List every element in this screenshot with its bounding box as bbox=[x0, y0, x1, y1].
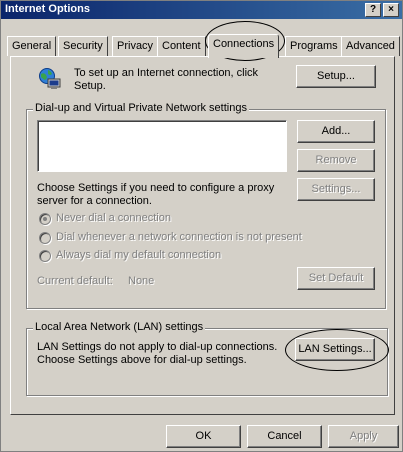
tab-privacy[interactable]: Privacy bbox=[112, 36, 159, 56]
tab-strip: General Security Privacy Content Connect… bbox=[7, 25, 400, 59]
never-dial-option[interactable]: Never dial a connection bbox=[39, 212, 289, 226]
lan-settings-button[interactable]: LAN Settings... bbox=[295, 338, 375, 361]
dialup-group-label: Dial-up and Virtual Private Network sett… bbox=[33, 102, 249, 114]
connections-list[interactable] bbox=[37, 120, 287, 172]
internet-options-dialog: Internet Options ? × General Security Pr… bbox=[0, 0, 403, 452]
current-default-value: None bbox=[128, 275, 155, 287]
never-dial-label: Never dial a connection bbox=[56, 212, 171, 224]
globe-computer-icon bbox=[39, 68, 61, 89]
current-default-label: Current default: bbox=[37, 275, 113, 287]
help-button[interactable]: ? bbox=[365, 3, 381, 17]
never-dial-radio[interactable] bbox=[39, 213, 51, 225]
tab-general[interactable]: General bbox=[7, 36, 57, 56]
tab-content[interactable]: Content bbox=[157, 36, 206, 56]
tab-advanced[interactable]: Advanced bbox=[341, 36, 400, 56]
set-default-button[interactable]: Set Default bbox=[297, 267, 375, 290]
window-title: Internet Options bbox=[5, 3, 90, 15]
cancel-button[interactable]: Cancel bbox=[247, 425, 322, 448]
tab-connections[interactable]: Connections bbox=[208, 34, 280, 58]
always-dial-option[interactable]: Always dial my default connection bbox=[39, 249, 289, 263]
title-bar: Internet Options ? × bbox=[1, 1, 402, 19]
ok-button[interactable]: OK bbox=[166, 425, 241, 448]
configure-proxy-text: Choose Settings if you need to configure… bbox=[37, 182, 275, 207]
close-button[interactable]: × bbox=[383, 3, 399, 17]
tab-programs[interactable]: Programs bbox=[285, 36, 343, 56]
tab-security[interactable]: Security bbox=[58, 36, 108, 56]
setup-button[interactable]: Setup... bbox=[296, 65, 376, 88]
settings-button[interactable]: Settings... bbox=[297, 178, 375, 201]
remove-button[interactable]: Remove bbox=[297, 149, 375, 172]
lan-group-label: Local Area Network (LAN) settings bbox=[33, 321, 206, 333]
add-button[interactable]: Add... bbox=[297, 120, 375, 143]
dial-when-no-network-option[interactable]: Dial whenever a network connection is no… bbox=[39, 231, 339, 245]
dial-when-no-network-radio[interactable] bbox=[39, 232, 51, 244]
setup-description: To set up an Internet connection, click … bbox=[74, 67, 259, 92]
lan-description: LAN Settings do not apply to dial-up con… bbox=[37, 341, 278, 366]
apply-button[interactable]: Apply bbox=[328, 425, 399, 448]
dial-when-no-network-label: Dial whenever a network connection is no… bbox=[56, 231, 302, 243]
always-dial-radio[interactable] bbox=[39, 250, 51, 262]
always-dial-label: Always dial my default connection bbox=[56, 249, 222, 261]
